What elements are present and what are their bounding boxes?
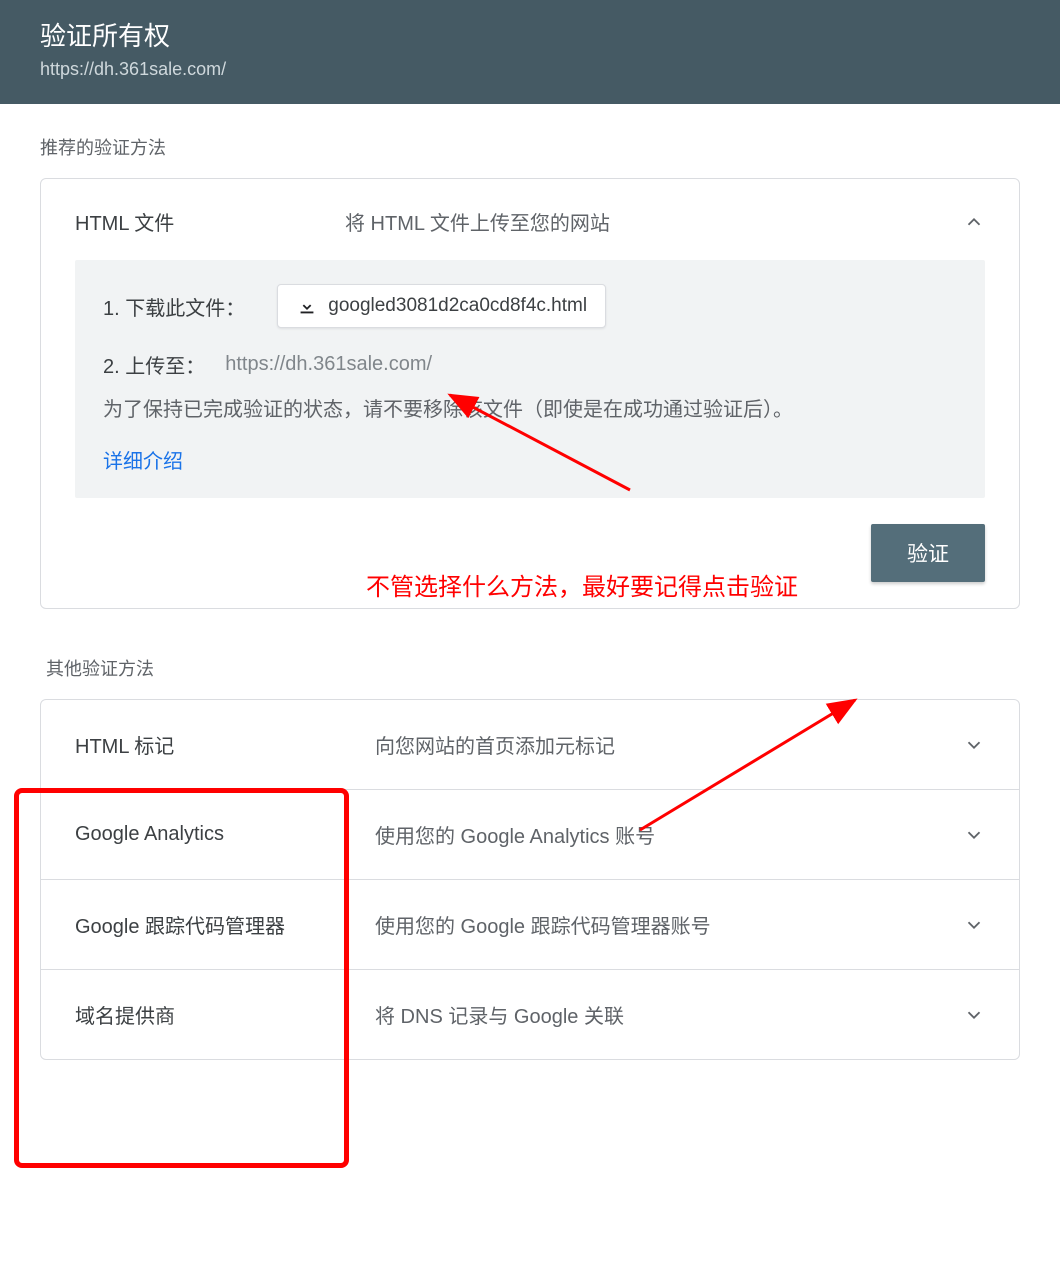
other-method-name: 域名提供商 bbox=[75, 1000, 375, 1029]
step-2-row: 2. 上传至： https://dh.361sale.com/ bbox=[103, 350, 957, 379]
other-method-desc: 将 DNS 记录与 Google 关联 bbox=[375, 1000, 951, 1029]
verify-button[interactable]: 验证 bbox=[871, 524, 985, 582]
other-method-name: Google Analytics bbox=[75, 823, 375, 846]
method-instructions-box: 1. 下载此文件： googled3081d2ca0cd8f4c.html 2.… bbox=[75, 260, 985, 498]
other-method-analytics[interactable]: Google Analytics 使用您的 Google Analytics 账… bbox=[41, 790, 1019, 880]
step-1-row: 1. 下载此文件： googled3081d2ca0cd8f4c.html bbox=[103, 284, 957, 328]
method-name: HTML 文件 bbox=[75, 207, 345, 236]
chevron-down-icon bbox=[963, 1004, 985, 1026]
other-method-name: HTML 标记 bbox=[75, 730, 375, 759]
chevron-down-icon bbox=[963, 734, 985, 756]
other-methods-card: HTML 标记 向您网站的首页添加元标记 Google Analytics 使用… bbox=[40, 699, 1020, 1060]
upload-target-url: https://dh.361sale.com/ bbox=[225, 353, 432, 376]
recommended-section-label: 推荐的验证方法 bbox=[40, 134, 1020, 160]
other-section-label: 其他验证方法 bbox=[46, 655, 1020, 681]
other-method-desc: 使用您的 Google 跟踪代码管理器账号 bbox=[375, 910, 951, 939]
dialog-site-url: https://dh.361sale.com/ bbox=[40, 59, 1020, 80]
recommended-method-card: HTML 文件 将 HTML 文件上传至您的网站 1. 下载此文件： googl… bbox=[40, 178, 1020, 609]
other-method-dns[interactable]: 域名提供商 将 DNS 记录与 Google 关联 bbox=[41, 970, 1019, 1059]
dialog-header: 验证所有权 https://dh.361sale.com/ bbox=[0, 0, 1060, 104]
chevron-down-icon bbox=[963, 824, 985, 846]
other-method-desc: 使用您的 Google Analytics 账号 bbox=[375, 820, 951, 849]
method-desc: 将 HTML 文件上传至您的网站 bbox=[345, 207, 951, 236]
step-2-label: 2. 上传至： bbox=[103, 350, 205, 379]
step-1-label: 1. 下载此文件： bbox=[103, 292, 245, 321]
download-file-button[interactable]: googled3081d2ca0cd8f4c.html bbox=[277, 284, 606, 328]
chevron-down-icon bbox=[963, 914, 985, 936]
verification-note: 为了保持已完成验证的状态，请不要移除该文件（即使是在成功通过验证后）。 bbox=[103, 393, 957, 427]
method-header-row[interactable]: HTML 文件 将 HTML 文件上传至您的网站 bbox=[75, 207, 985, 236]
chevron-up-icon[interactable] bbox=[963, 211, 985, 233]
detail-link[interactable]: 详细介绍 bbox=[103, 451, 183, 473]
other-method-desc: 向您网站的首页添加元标记 bbox=[375, 730, 951, 759]
download-file-name: googled3081d2ca0cd8f4c.html bbox=[328, 295, 587, 317]
other-method-name: Google 跟踪代码管理器 bbox=[75, 910, 375, 939]
download-icon bbox=[296, 295, 318, 317]
other-method-gtm[interactable]: Google 跟踪代码管理器 使用您的 Google 跟踪代码管理器账号 bbox=[41, 880, 1019, 970]
dialog-title: 验证所有权 bbox=[40, 16, 1020, 53]
other-method-html-tag[interactable]: HTML 标记 向您网站的首页添加元标记 bbox=[41, 700, 1019, 790]
